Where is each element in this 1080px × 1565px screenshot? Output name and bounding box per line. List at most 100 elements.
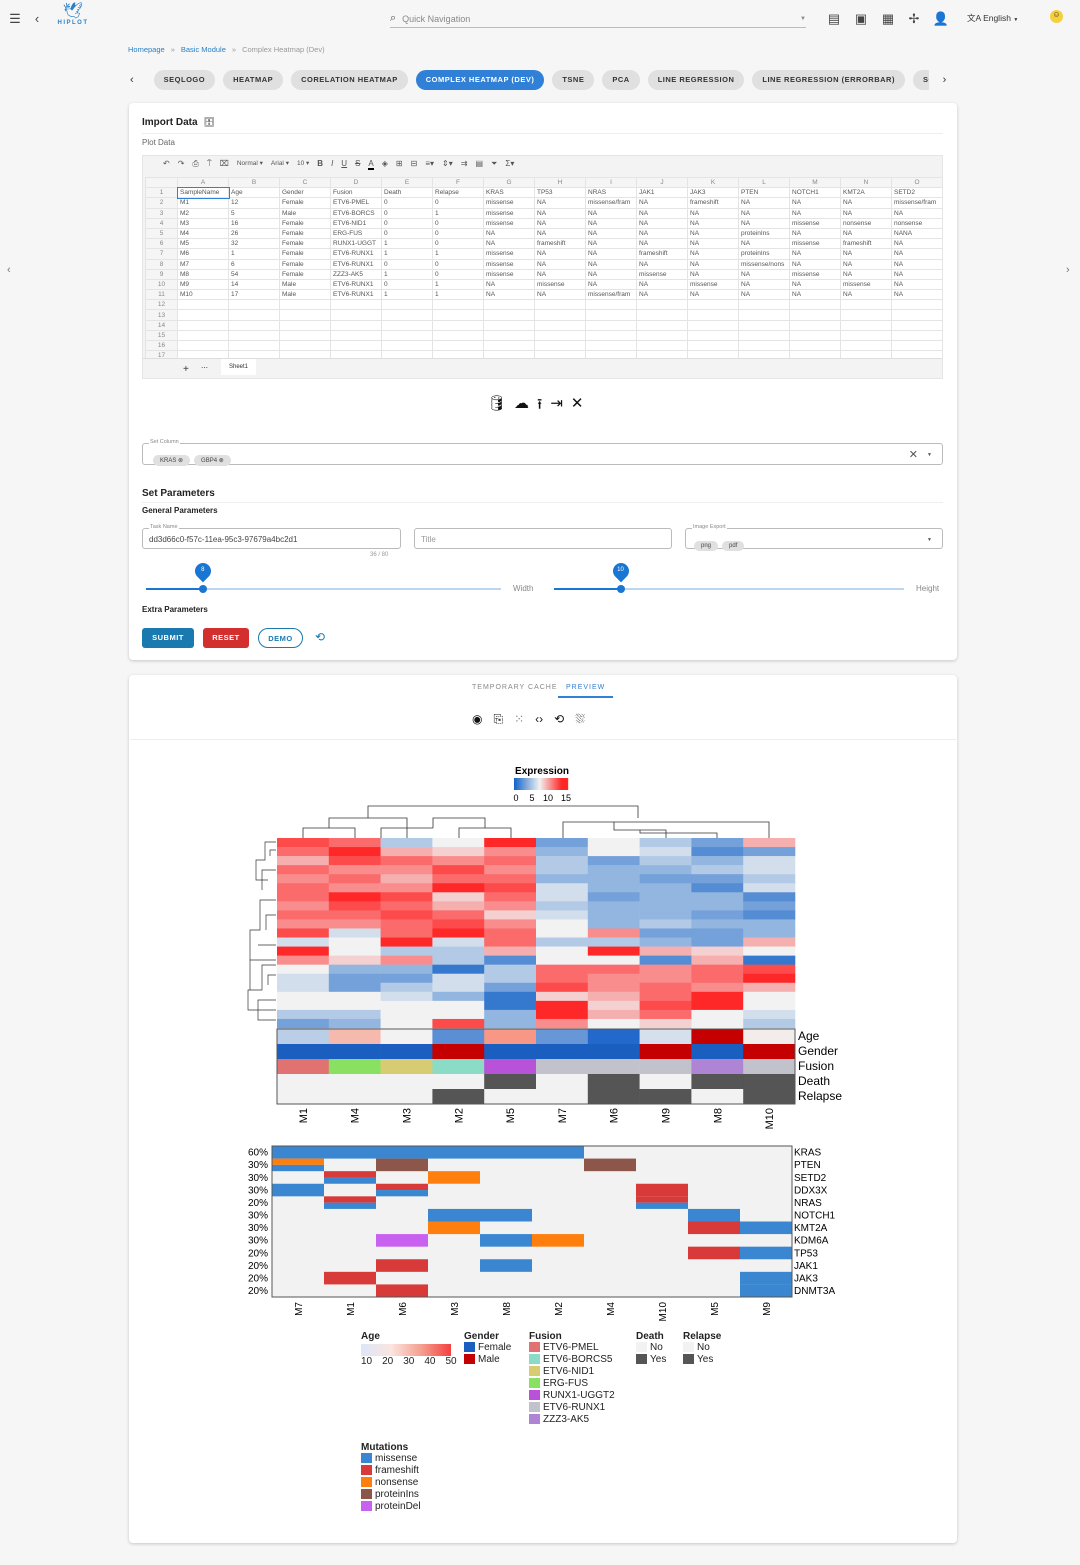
heatmap-cell (743, 910, 796, 920)
heatmap-cell (380, 964, 433, 975)
heatmap-cell (380, 919, 433, 929)
heatmap-cell (277, 955, 330, 965)
oncoprint-cell (324, 1196, 376, 1203)
heatmap-cell (587, 1000, 640, 1011)
heatmap-cell (380, 883, 433, 893)
oncoprint-cell (688, 1246, 740, 1260)
heatmap-cell (639, 856, 692, 866)
heatmap-cell (691, 964, 744, 975)
heatmap-cell (277, 1018, 330, 1029)
heatmap-cell (691, 1018, 744, 1029)
legend-item: Yes (683, 1354, 721, 1366)
heatmap-cell (743, 883, 796, 893)
legend-swatch (361, 1501, 372, 1512)
heatmap-cell (380, 865, 433, 875)
expression-legend-tick: 5 (529, 793, 534, 803)
gene-label: PTEN (794, 1160, 821, 1171)
heatmap-cell (743, 973, 796, 984)
heatmap-cell (743, 856, 796, 866)
heatmap-cell (639, 973, 692, 984)
annotation-cell-gender (328, 1044, 381, 1059)
annotation-cell-relapse (639, 1089, 692, 1104)
heatmap-cell (380, 838, 433, 848)
oncoprint-cell (324, 1271, 376, 1285)
heatmap-cell (328, 919, 381, 929)
oncoprint-cell (688, 1208, 740, 1222)
oncoprint-sample-label: M6 (398, 1302, 409, 1316)
heatmap-cell (691, 883, 744, 893)
oncoprint-cell (272, 1183, 324, 1197)
oncoprint-cell (636, 1196, 688, 1203)
heatmap-cell (587, 847, 640, 857)
legend-swatch (529, 1354, 540, 1365)
legend-death: Death No Yes (636, 1331, 666, 1366)
heatmap-cell (484, 1018, 537, 1029)
heatmap-cell (277, 919, 330, 929)
heatmap-cell (432, 928, 485, 938)
legend-item: Female (464, 1342, 511, 1354)
expression-legend-title: Expression (515, 766, 569, 777)
annotation-cell-fusion (536, 1059, 589, 1074)
legend-item: ETV6-NID1 (529, 1366, 615, 1378)
heatmap-cell (277, 838, 330, 848)
heatmap-cell (380, 901, 433, 911)
legend-fusion-title: Fusion (529, 1331, 562, 1342)
age-legend-tick: 20 (382, 1356, 394, 1367)
heatmap-cell (691, 982, 744, 993)
annotation-label: Gender (798, 1044, 838, 1058)
heatmap-cell (536, 973, 589, 984)
heatmap-cell (743, 865, 796, 875)
legend-label: No (650, 1342, 663, 1353)
heatmap-cell (743, 1009, 796, 1020)
legend-item: No (683, 1342, 721, 1354)
sample-label: M7 (557, 1108, 569, 1123)
heatmap-cell (691, 946, 744, 956)
heatmap-cell (432, 982, 485, 993)
age-legend-tick: 50 (445, 1356, 457, 1367)
oncoprint-sample-label: M7 (294, 1302, 305, 1316)
annotation-cell-gender (587, 1044, 640, 1059)
legend-age: Age 10 20 30 40 50 (361, 1331, 457, 1367)
legend-item: proteinIns (361, 1489, 421, 1501)
oncoprint-cell (532, 1146, 584, 1159)
heatmap-cell (639, 919, 692, 929)
heatmap-cell (380, 946, 433, 956)
legend-label: Female (478, 1342, 512, 1353)
heatmap-cell (587, 883, 640, 893)
heatmap-cell (380, 928, 433, 938)
heatmap-cell (639, 865, 692, 875)
heatmap-cell (587, 865, 640, 875)
legend-swatch (361, 1489, 372, 1500)
heatmap-cell (484, 847, 537, 857)
heatmap-cell (743, 982, 796, 993)
heatmap-cell (536, 928, 589, 938)
gene-label: KMT2A (794, 1223, 828, 1234)
heatmap-cell (691, 1000, 744, 1011)
heatmap-cell (587, 982, 640, 993)
legend-swatch (529, 1402, 540, 1413)
row-dendrogram (247, 841, 276, 1021)
heatmap-cell (484, 883, 537, 893)
heatmap-cell (743, 946, 796, 956)
oncoprint-sample-label: M1 (346, 1302, 357, 1316)
heatmap-cell (484, 892, 537, 902)
heatmap-cell (484, 982, 537, 993)
legend-gender-title: Gender (464, 1331, 500, 1342)
heatmap-cell (277, 937, 330, 947)
heatmap-cell (328, 892, 381, 902)
legend-swatch (529, 1414, 540, 1425)
oncoprint-cell (428, 1208, 480, 1222)
legend-mutations-title: Mutations (361, 1442, 409, 1453)
legend-item: ETV6-RUNX1 (529, 1402, 615, 1414)
heatmap-cell (432, 955, 485, 965)
legend-swatch (529, 1342, 540, 1353)
oncoprint-sample-label: M9 (762, 1302, 773, 1316)
annotation-cell-fusion (432, 1059, 485, 1074)
heatmap-cell (587, 919, 640, 929)
gene-percent: 20% (248, 1286, 268, 1297)
heatmap-cell (328, 928, 381, 938)
oncoprint-cell (584, 1158, 636, 1172)
heatmap-cell (484, 901, 537, 911)
expression-legend-tick: 15 (561, 793, 571, 803)
heatmap-cell (743, 964, 796, 975)
